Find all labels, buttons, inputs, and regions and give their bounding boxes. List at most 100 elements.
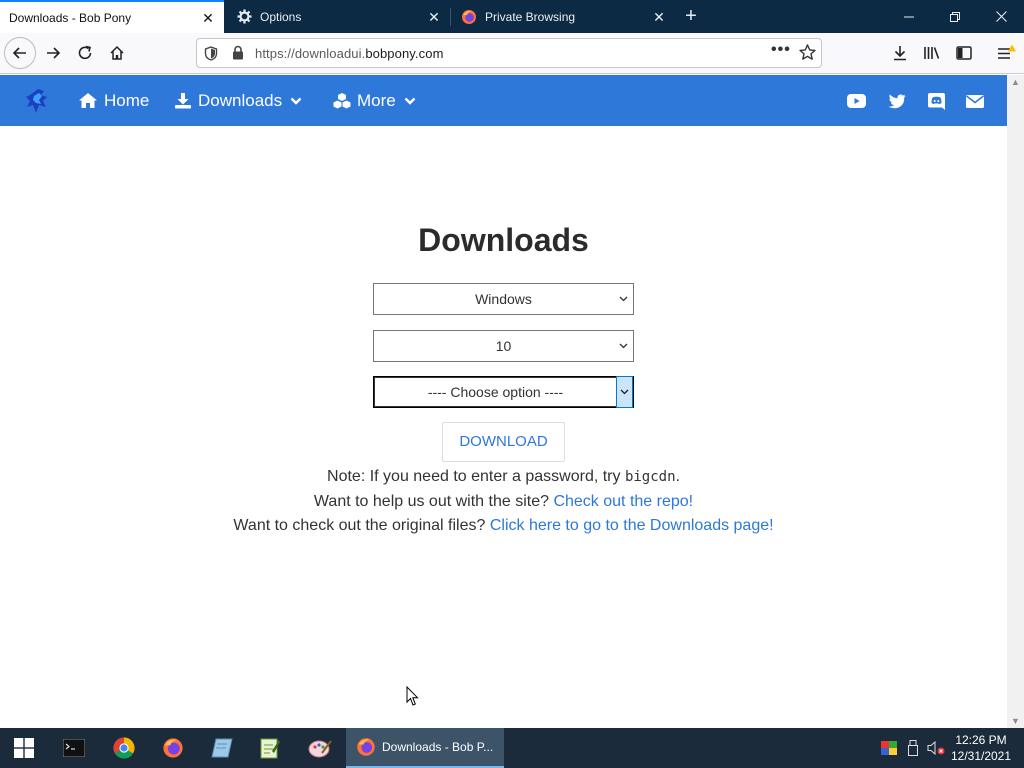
password-note: Note: If you need to enter a password, t… [0, 468, 1007, 486]
start-button[interactable] [0, 728, 48, 768]
url-bar[interactable]: https://downloadui.bobpony.com ••• [196, 38, 822, 68]
command-prompt-icon [63, 739, 85, 757]
chevron-down-icon [617, 331, 629, 361]
download-button[interactable]: DOWNLOAD [442, 422, 565, 462]
editor-taskbar-button[interactable] [246, 728, 294, 768]
repo-link[interactable]: Check out the repo! [553, 493, 693, 510]
firefox-icon [163, 738, 183, 758]
nav-home-label: Home [104, 90, 150, 110]
chevron-down-icon [617, 284, 629, 314]
files-note-text: Want to check out the original files? [233, 517, 490, 534]
tab-title: Downloads - Bob Pony [9, 10, 132, 25]
os-select[interactable]: Windows [373, 283, 634, 315]
chrome-icon [113, 737, 135, 759]
app-taskbar-button[interactable] [198, 728, 246, 768]
page-actions-icon[interactable]: ••• [771, 41, 791, 59]
downloads-page-link[interactable]: Click here to go to the Downloads page! [490, 517, 774, 534]
twitter-link[interactable] [886, 90, 908, 112]
tab-downloads[interactable]: Downloads - Bob Pony ✕ [0, 0, 224, 33]
sidebar-toggle-button[interactable] [948, 37, 980, 69]
forward-arrow-icon [47, 47, 61, 59]
discord-link[interactable] [925, 90, 947, 112]
menu-button[interactable] [990, 37, 1022, 69]
nav-home[interactable]: Home [78, 75, 149, 126]
tab-bar: Downloads - Bob Pony ✕ Options ✕ Private… [0, 0, 1024, 33]
chevron-down-icon [404, 97, 416, 105]
email-link[interactable] [964, 90, 986, 112]
nav-downloads-label: Downloads [198, 90, 283, 110]
nav-downloads-dropdown[interactable]: Downloads [174, 75, 308, 126]
terminal-taskbar-button[interactable] [50, 728, 98, 768]
reload-button[interactable] [69, 37, 101, 69]
navigation-toolbar: https://downloadui.bobpony.com ••• [0, 33, 1024, 74]
mouse-cursor-icon [406, 686, 419, 706]
tab-options[interactable]: Options ✕ [226, 0, 450, 33]
twitter-icon [888, 93, 906, 108]
taskbar: Downloads - Bob P... 12:26 PM 12/31/2021 [0, 728, 1024, 768]
page-title: Downloads [418, 222, 589, 258]
site-logo[interactable] [24, 75, 56, 126]
password-note-text: Note: If you need to enter a password, t… [327, 468, 625, 485]
scroll-up-icon[interactable]: ▲ [1007, 75, 1024, 89]
version-select[interactable]: 10 [373, 330, 634, 362]
password-value: bigcdn [624, 469, 676, 485]
usb-icon[interactable] [904, 728, 922, 768]
password-note-suffix: . [675, 468, 680, 485]
close-tab-icon[interactable]: ✕ [651, 9, 667, 25]
tab-private-browsing[interactable]: Private Browsing ✕ [451, 0, 675, 33]
chrome-taskbar-button[interactable] [100, 728, 148, 768]
scroll-down-icon[interactable]: ▼ [1007, 714, 1024, 728]
download-icon [175, 93, 191, 109]
firefox-taskbar-button[interactable] [149, 728, 197, 768]
hamburger-menu-icon [998, 44, 1016, 59]
option-select-value: ---- Choose option ---- [427, 384, 564, 400]
page-scrollbar[interactable]: ▲ ▼ [1007, 75, 1024, 728]
url-text[interactable]: https://downloadui.bobpony.com [255, 46, 444, 61]
new-tab-button[interactable]: + [678, 5, 704, 29]
clock-time: 12:26 PM [955, 733, 1007, 747]
files-note: Want to check out the original files? Cl… [0, 517, 1007, 535]
home-button[interactable] [101, 37, 133, 69]
close-tab-icon[interactable]: ✕ [426, 9, 442, 25]
notepad-icon [211, 738, 233, 758]
paint-taskbar-button[interactable] [296, 728, 344, 768]
close-window-button[interactable] [978, 0, 1024, 33]
color-tray-icon[interactable] [878, 728, 900, 768]
discord-icon [927, 92, 945, 110]
firefox-icon [357, 738, 375, 756]
help-note: Want to help us out with the site? Check… [0, 493, 1007, 511]
shield-icon[interactable] [204, 46, 218, 66]
firefox-window-taskbar-item[interactable]: Downloads - Bob P... [346, 728, 504, 768]
lock-icon[interactable] [232, 45, 244, 65]
notepadpp-icon [260, 738, 280, 759]
bobpony-logo-icon [26, 88, 47, 113]
youtube-icon [846, 94, 866, 108]
site-navbar: Home Downloads More [0, 75, 1007, 126]
os-select-value: Windows [475, 291, 532, 307]
firefox-icon [461, 9, 477, 25]
system-clock[interactable]: 12:26 PM 12/31/2021 [948, 732, 1014, 764]
volume-muted-icon[interactable] [926, 728, 946, 768]
version-select-value: 10 [495, 338, 512, 354]
back-button[interactable] [4, 37, 36, 69]
cubes-icon [333, 93, 351, 109]
chevron-down-icon [616, 376, 633, 408]
downloads-toolbar-button[interactable] [884, 37, 916, 69]
option-select[interactable]: ---- Choose option ---- [373, 376, 634, 408]
windows-logo-icon [14, 738, 34, 758]
taskbar-window-title: Downloads - Bob P... [382, 740, 494, 754]
youtube-link[interactable] [845, 90, 867, 112]
help-note-text: Want to help us out with the site? [313, 493, 554, 510]
minimize-button[interactable] [886, 0, 932, 33]
close-tab-icon[interactable]: ✕ [200, 10, 216, 26]
gear-icon [236, 9, 252, 25]
tab-title: Options [260, 9, 302, 24]
restore-button[interactable] [932, 0, 978, 33]
bookmark-star-icon[interactable] [799, 44, 816, 66]
mail-icon [966, 94, 984, 108]
nav-more-dropdown[interactable]: More [333, 75, 422, 126]
library-button[interactable] [916, 37, 948, 69]
nav-more-label: More [357, 90, 396, 110]
forward-button[interactable] [37, 37, 69, 69]
url-domain: bobpony.com [365, 46, 444, 61]
